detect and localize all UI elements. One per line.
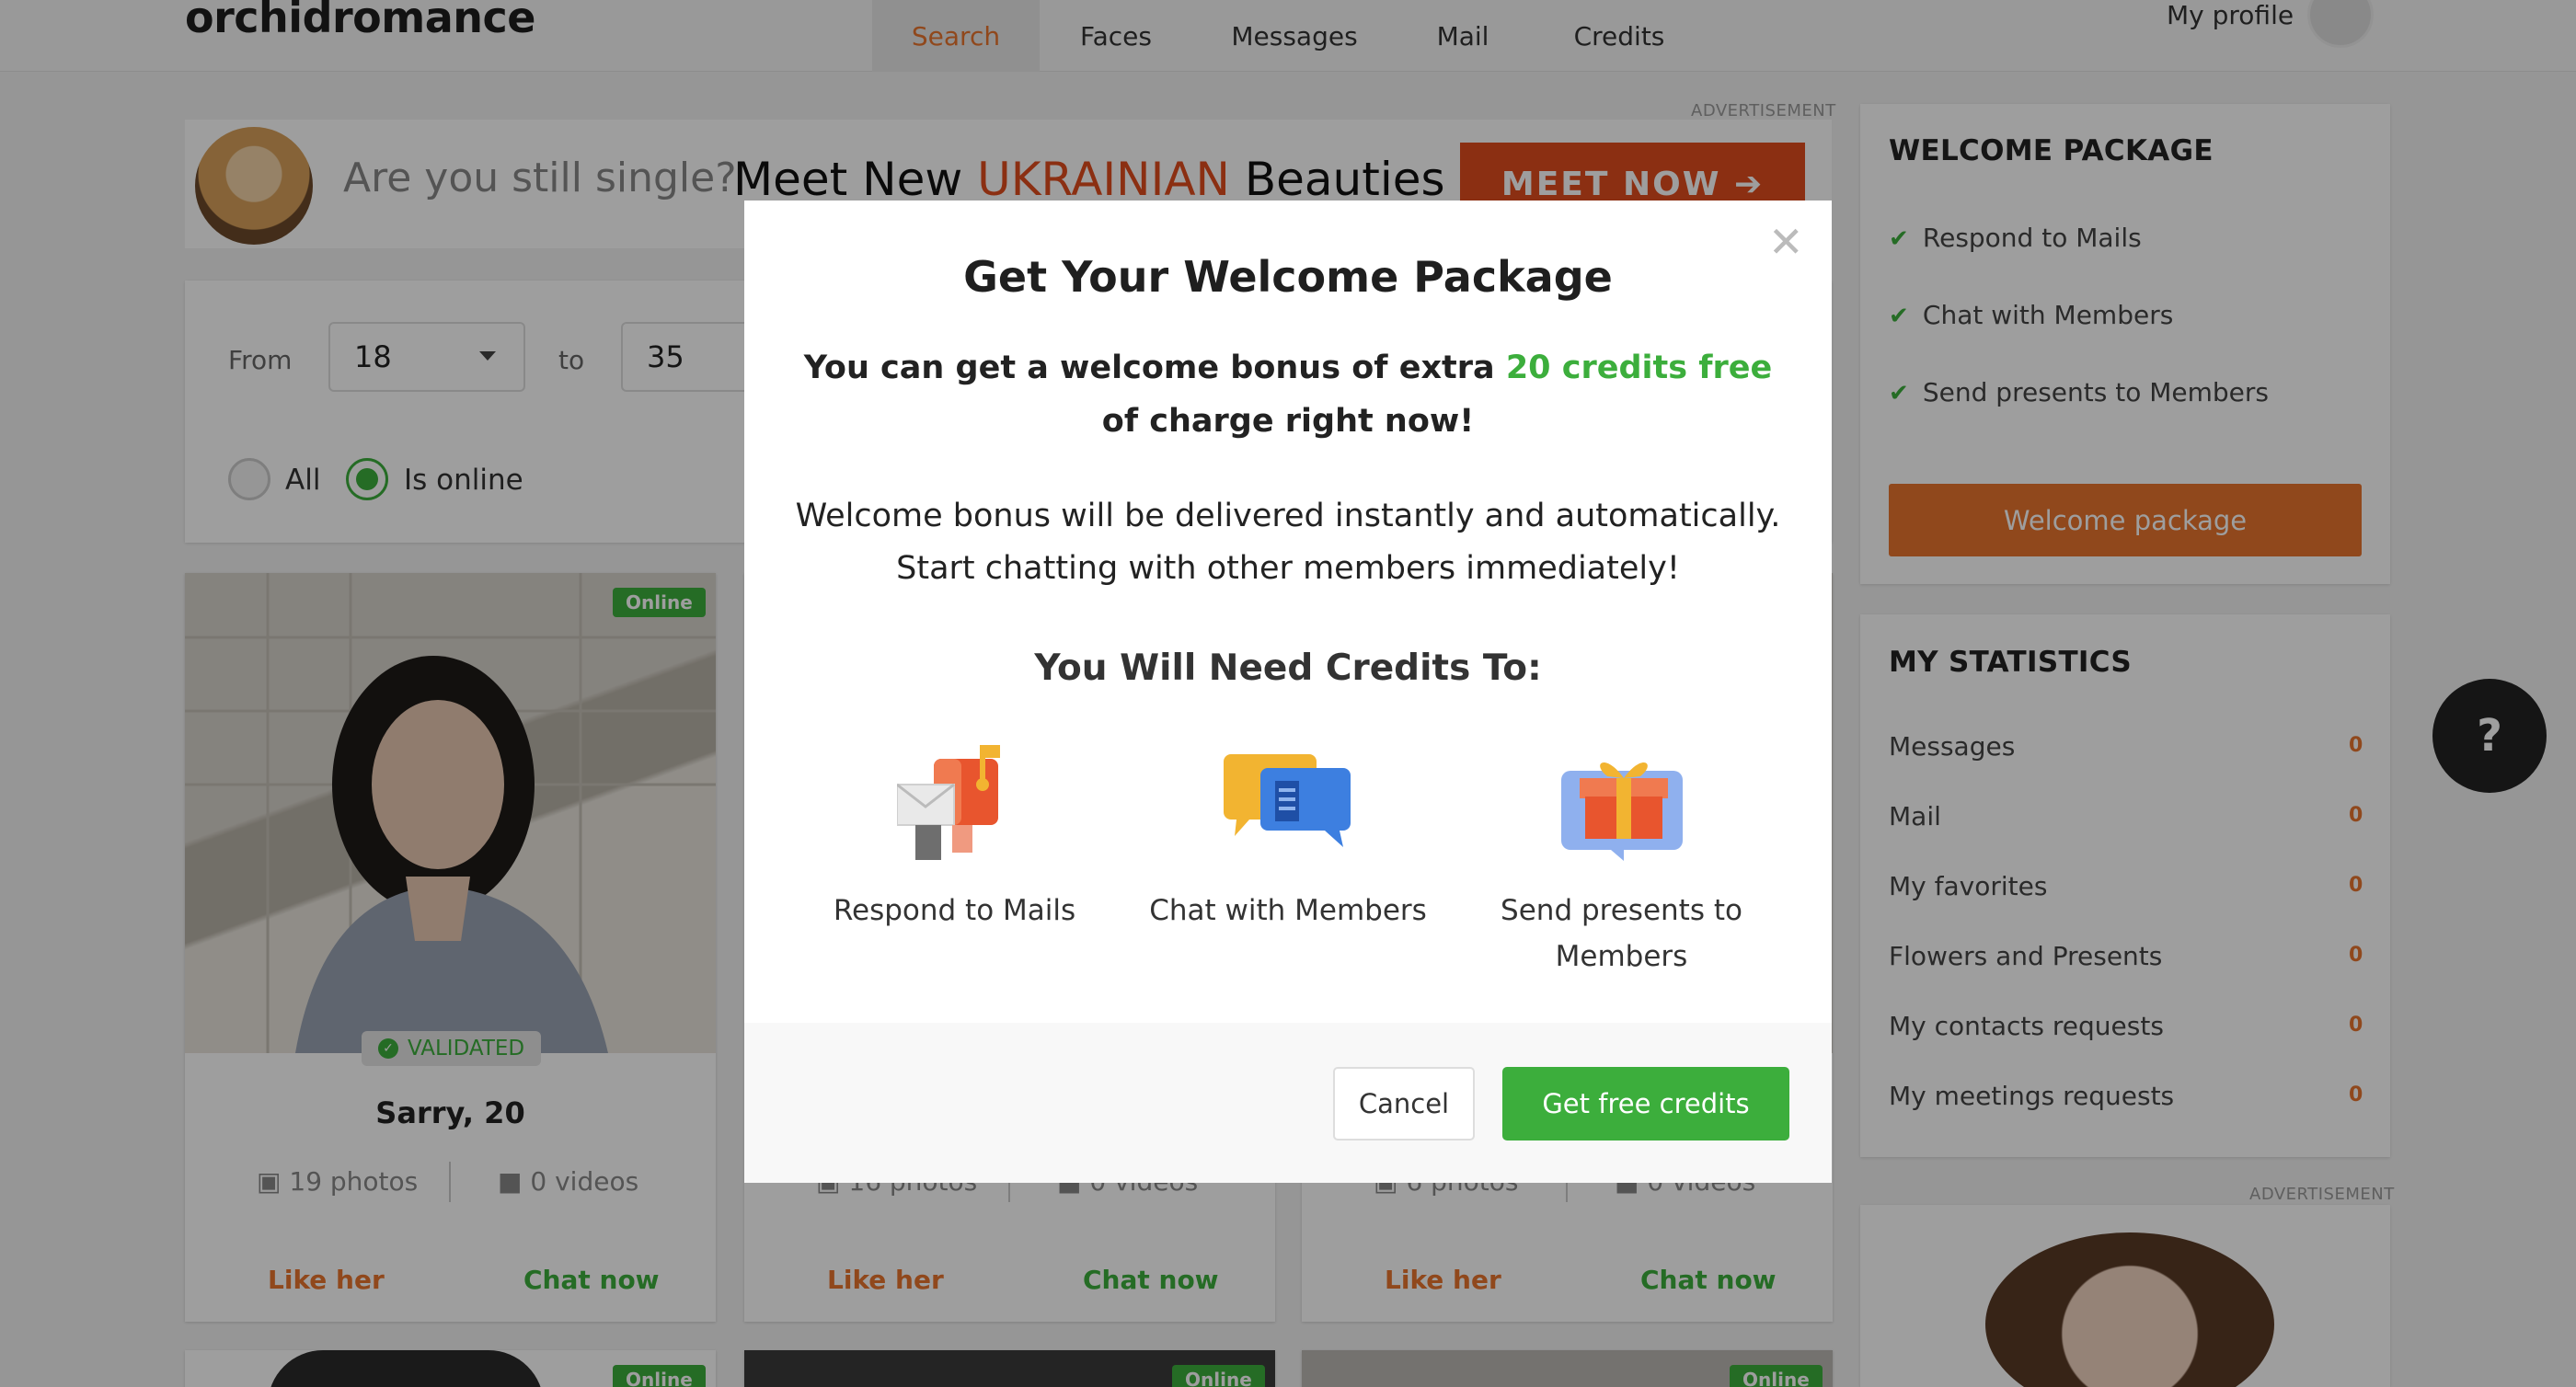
get-free-credits-button[interactable]: Get free credits bbox=[1502, 1067, 1789, 1141]
chat-bubbles-icon bbox=[1224, 754, 1351, 847]
modal-body-line-2: Start chatting with other members immedi… bbox=[896, 550, 1680, 587]
gift-icon bbox=[1561, 762, 1683, 861]
feature-label-mails: Respond to Mails bbox=[833, 894, 1076, 927]
bonus-line-2: of charge right now! bbox=[1101, 403, 1475, 440]
feature-label-chat: Chat with Members bbox=[1149, 894, 1427, 927]
modal-body-line-1: Welcome bonus will be delivered instantl… bbox=[795, 498, 1781, 534]
mailbox-icon bbox=[897, 745, 1000, 860]
modal-title: Get Your Welcome Package bbox=[963, 252, 1613, 302]
need-credits-title: You Will Need Credits To: bbox=[1034, 648, 1542, 689]
cancel-button[interactable]: Cancel bbox=[1333, 1067, 1475, 1141]
feature-label-presents-line-2: Members bbox=[1555, 940, 1688, 973]
bonus-prefix: You can get a welcome bonus of extra bbox=[803, 350, 1495, 386]
bonus-line-1: You can get a welcome bonus of extra 20 … bbox=[744, 342, 1832, 395]
bonus-highlight: 20 credits free bbox=[1505, 350, 1773, 386]
feature-label-presents-line-1: Send presents to bbox=[1501, 894, 1742, 927]
feature-label-presents: Send presents to Members bbox=[1472, 888, 1771, 980]
